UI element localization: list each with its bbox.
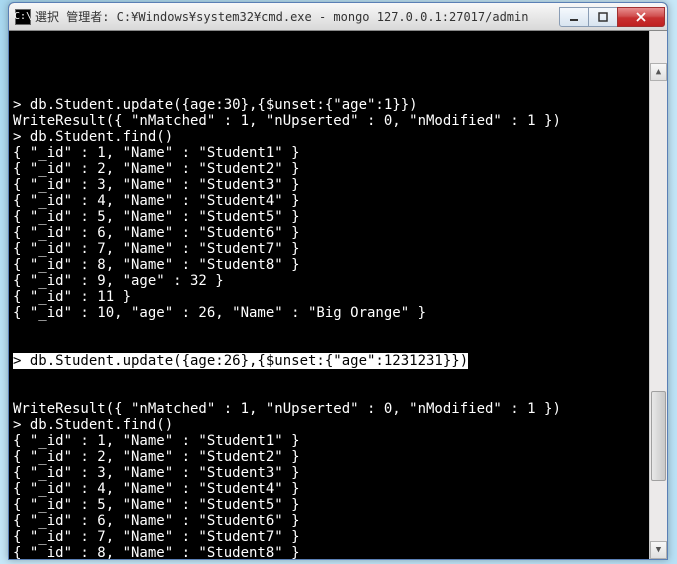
terminal-line: { "_id" : 5, "Name" : "Student5" } <box>13 497 645 513</box>
cmd-icon: C:\ <box>15 9 31 25</box>
scroll-up-button[interactable]: ▲ <box>650 63 667 81</box>
terminal-line: > db.Student.find() <box>13 417 645 433</box>
terminal-line: { "_id" : 8, "Name" : "Student8" } <box>13 257 645 273</box>
terminal-line: { "_id" : 7, "Name" : "Student7" } <box>13 241 645 257</box>
terminal-line: { "_id" : 1, "Name" : "Student1" } <box>13 433 645 449</box>
window-title: 選択 管理者: C:¥Windows¥system32¥cmd.exe - mo… <box>35 8 560 25</box>
terminal-line: { "_id" : 7, "Name" : "Student7" } <box>13 529 645 545</box>
terminal-line: { "_id" : 3, "Name" : "Student3" } <box>13 177 645 193</box>
terminal-line: { "_id" : 2, "Name" : "Student2" } <box>13 449 645 465</box>
maximize-icon <box>597 12 609 22</box>
terminal-line: { "_id" : 10, "age" : 26, "Name" : "Big … <box>13 305 645 321</box>
terminal-line: > db.Student.update({age:30},{$unset:{"a… <box>13 97 645 113</box>
scroll-thumb[interactable] <box>651 391 666 481</box>
terminal-area[interactable]: > db.Student.update({age:30},{$unset:{"a… <box>9 31 667 559</box>
titlebar[interactable]: C:\ 選択 管理者: C:¥Windows¥system32¥cmd.exe … <box>9 3 667 31</box>
terminal-line: { "_id" : 4, "Name" : "Student4" } <box>13 193 645 209</box>
selected-line[interactable]: > db.Student.update({age:26},{$unset:{"a… <box>13 353 468 369</box>
terminal-line: WriteResult({ "nMatched" : 1, "nUpserted… <box>13 113 645 129</box>
terminal-line: { "_id" : 6, "Name" : "Student6" } <box>13 225 645 241</box>
terminal-line: { "_id" : 4, "Name" : "Student4" } <box>13 481 645 497</box>
close-button[interactable] <box>617 7 665 27</box>
terminal-line: { "_id" : 2, "Name" : "Student2" } <box>13 161 645 177</box>
window-controls <box>560 7 665 27</box>
close-icon <box>635 12 647 22</box>
terminal-line: { "_id" : 5, "Name" : "Student5" } <box>13 209 645 225</box>
minimize-button[interactable] <box>559 7 589 27</box>
terminal-line: { "_id" : 3, "Name" : "Student3" } <box>13 465 645 481</box>
minimize-icon <box>568 12 580 22</box>
terminal-line: { "_id" : 1, "Name" : "Student1" } <box>13 145 645 161</box>
maximize-button[interactable] <box>588 7 618 27</box>
cmd-window: C:\ 選択 管理者: C:¥Windows¥system32¥cmd.exe … <box>8 2 668 560</box>
terminal-line: { "_id" : 9, "age" : 32 } <box>13 273 645 289</box>
terminal-line: { "_id" : 11 } <box>13 289 645 305</box>
scroll-down-button[interactable]: ▼ <box>650 541 667 559</box>
terminal-line: { "_id" : 8, "Name" : "Student8" } <box>13 545 645 559</box>
terminal-line: { "_id" : 6, "Name" : "Student6" } <box>13 513 645 529</box>
terminal-line: WriteResult({ "nMatched" : 1, "nUpserted… <box>13 401 645 417</box>
terminal-line: > db.Student.find() <box>13 129 645 145</box>
scrollbar[interactable]: ▲ ▼ <box>649 31 667 559</box>
terminal-content: > db.Student.update({age:30},{$unset:{"a… <box>13 65 645 559</box>
